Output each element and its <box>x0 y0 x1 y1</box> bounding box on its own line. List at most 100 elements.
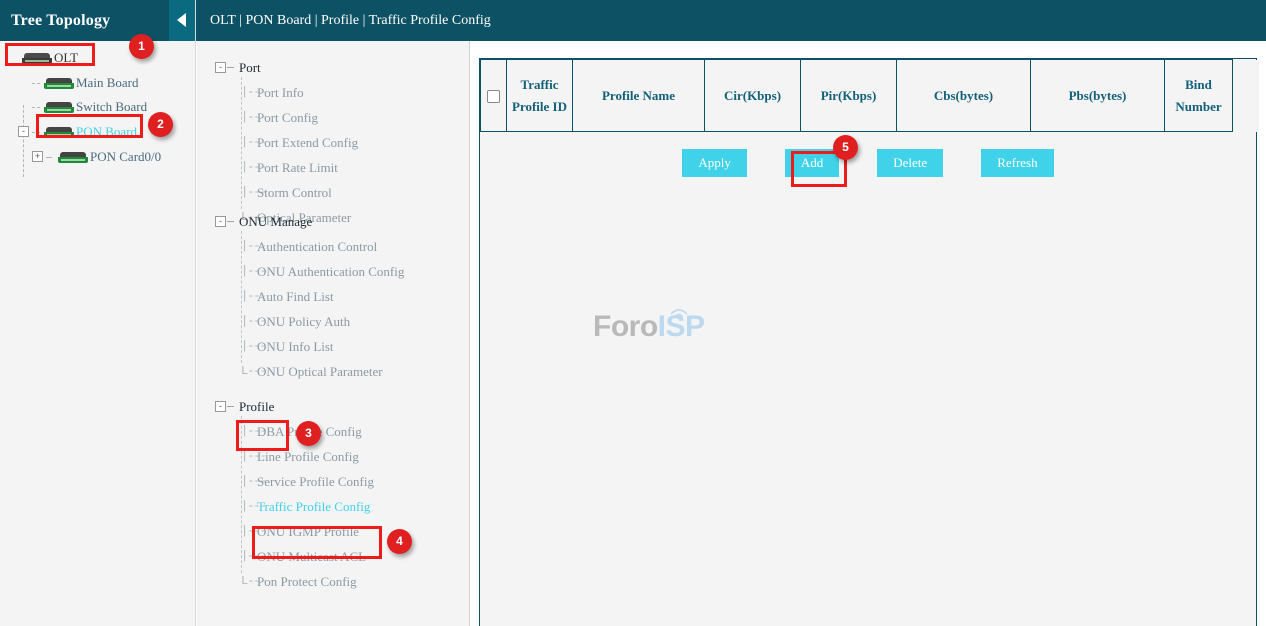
main-content: Traffic Profile ID Profile Name Cir(Kbps… <box>471 41 1266 626</box>
apply-button[interactable]: Apply <box>682 149 747 177</box>
device-green-icon <box>44 102 74 113</box>
menu-group-profile: - Profile |---DBA Profile Config |---Lin… <box>197 394 469 594</box>
tree-toggle-expand-icon[interactable]: + <box>32 151 43 162</box>
menu-item-onu-igmp-profile[interactable]: |---ONU IGMP Profile <box>197 519 469 544</box>
menu-item-label: DBA Profile Config <box>257 424 362 439</box>
traffic-profile-table: Traffic Profile ID Profile Name Cir(Kbps… <box>480 59 1259 132</box>
refresh-button[interactable]: Refresh <box>981 149 1053 177</box>
column-header-pir-kbps: Pir(Kbps) <box>801 60 897 132</box>
menu-item-label: ONU IGMP Profile <box>257 524 359 539</box>
signal-wave-icon <box>668 306 690 320</box>
menu-group-port: - Port |---Port Info |---Port Config |--… <box>197 55 469 230</box>
tree-node-main-board[interactable]: Main Board <box>0 71 195 95</box>
table-header-row: Traffic Profile ID Profile Name Cir(Kbps… <box>481 60 1259 132</box>
tree-node-olt[interactable]: OLT <box>0 45 195 71</box>
tree-node-label: OLT <box>54 50 78 65</box>
breadcrumb-bar: OLT | PON Board | Profile | Traffic Prof… <box>196 0 1266 41</box>
menu-item-label: ONU Info List <box>257 339 334 354</box>
menu-item-onu-authentication-config[interactable]: |---ONU Authentication Config <box>197 259 469 284</box>
navigation-menu-panel: - Port |---Port Info |---Port Config |--… <box>197 41 470 626</box>
menu-group-label: Profile <box>239 399 274 414</box>
menu-group-onu-manage: - ONU Manage |---Authentication Control … <box>197 209 469 384</box>
menu-item-label: Port Rate Limit <box>257 160 338 175</box>
column-header-cir-kbps: Cir(Kbps) <box>705 60 801 132</box>
menu-item-label: Authentication Control <box>257 239 377 254</box>
select-all-checkbox[interactable] <box>487 90 500 103</box>
menu-item-port-extend-config[interactable]: |---Port Extend Config <box>197 130 469 155</box>
menu-item-label: ONU Policy Auth <box>257 314 350 329</box>
menu-item-onu-multicast-acl[interactable]: |---ONU Multicast ACL <box>197 544 469 569</box>
menu-item-storm-control[interactable]: |---Storm Control <box>197 180 469 205</box>
watermark-text-part2: ISP <box>658 310 705 343</box>
select-all-cell[interactable] <box>481 60 507 132</box>
menu-group-header-profile[interactable]: - Profile <box>197 394 469 419</box>
menu-item-authentication-control[interactable]: |---Authentication Control <box>197 234 469 259</box>
tree-topology-title: Tree Topology <box>11 12 110 29</box>
tree-toggle-collapse-icon[interactable]: - <box>215 401 226 412</box>
add-button[interactable]: Add <box>785 149 839 177</box>
device-green-icon <box>58 152 88 163</box>
tree-toggle-collapse-icon[interactable]: - <box>18 126 29 137</box>
menu-item-traffic-profile-config[interactable]: |---Traffic Profile Config <box>197 494 469 519</box>
device-icon <box>22 53 52 64</box>
column-label-line2: Number <box>1169 99 1228 115</box>
menu-item-service-profile-config[interactable]: |---Service Profile Config <box>197 469 469 494</box>
column-header-bind-number: Bind Number <box>1165 60 1233 132</box>
tree-node-switch-board[interactable]: Switch Board <box>0 95 195 119</box>
foroisp-watermark: ForoISP <box>593 310 705 344</box>
menu-item-label: ONU Authentication Config <box>257 264 404 279</box>
menu-item-onu-info-list[interactable]: |---ONU Info List <box>197 334 469 359</box>
menu-item-onu-policy-auth[interactable]: |---ONU Policy Auth <box>197 309 469 334</box>
device-green-icon <box>44 78 74 89</box>
menu-item-line-profile-config[interactable]: |---Line Profile Config <box>197 444 469 469</box>
chevron-left-icon <box>177 13 186 27</box>
menu-item-label: ONU Multicast ACL <box>257 549 366 564</box>
tree-node-label: PON Card0/0 <box>90 149 161 164</box>
menu-item-port-config[interactable]: |---Port Config <box>197 105 469 130</box>
column-header-traffic-profile-id: Traffic Profile ID <box>507 60 573 132</box>
tree-topology-panel: Tree Topology OLT Main Board <box>0 0 196 626</box>
menu-item-auto-find-list[interactable]: |---Auto Find List <box>197 284 469 309</box>
tree-node-label: Switch Board <box>76 99 147 114</box>
tree-node-list: OLT Main Board Switch Board - <box>0 41 195 169</box>
menu-item-label: ONU Optical Parameter <box>257 364 383 379</box>
sidebar-collapse-button[interactable] <box>169 0 195 41</box>
menu-item-onu-optical-parameter[interactable]: L---ONU Optical Parameter <box>197 359 469 384</box>
column-header-pbs-bytes: Pbs(bytes) <box>1031 60 1165 132</box>
menu-group-header-onu-manage[interactable]: - ONU Manage <box>197 209 469 234</box>
tree-topology-header: Tree Topology <box>0 0 195 41</box>
action-button-bar: Apply Add Delete Refresh <box>480 149 1256 177</box>
menu-item-label: Pon Protect Config <box>257 574 357 589</box>
column-label-line1: Traffic <box>511 77 568 93</box>
column-header-spacer <box>1233 60 1259 132</box>
breadcrumb: OLT | PON Board | Profile | Traffic Prof… <box>196 0 491 41</box>
tree-node-label: PON Board <box>76 124 137 139</box>
column-label-line1: Bind <box>1169 77 1228 93</box>
menu-item-label: Service Profile Config <box>257 474 374 489</box>
menu-item-label: Port Extend Config <box>257 135 358 150</box>
column-header-profile-name: Profile Name <box>573 60 705 132</box>
menu-item-label: Port Config <box>257 110 318 125</box>
traffic-profile-panel: Traffic Profile ID Profile Name Cir(Kbps… <box>479 58 1257 626</box>
menu-group-label: ONU Manage <box>239 214 312 229</box>
column-label-line2: Profile ID <box>511 99 568 115</box>
menu-item-label: Line Profile Config <box>257 449 359 464</box>
menu-item-dba-profile-config[interactable]: |---DBA Profile Config <box>197 419 469 444</box>
app-root: Tree Topology OLT Main Board <box>0 0 1266 626</box>
menu-item-label: Storm Control <box>257 185 332 200</box>
tree-node-pon-card[interactable]: + PON Card0/0 <box>0 145 195 169</box>
tree-node-pon-board[interactable]: - PON Board <box>0 119 195 145</box>
menu-group-label: Port <box>239 60 261 75</box>
delete-button[interactable]: Delete <box>877 149 943 177</box>
tree-toggle-collapse-icon[interactable]: - <box>215 62 226 73</box>
tree-node-label: Main Board <box>76 75 138 90</box>
menu-item-pon-protect-config[interactable]: L---Pon Protect Config <box>197 569 469 594</box>
watermark-text-part1: Foro <box>593 310 658 343</box>
menu-item-label: Auto Find List <box>257 289 334 304</box>
menu-item-port-info[interactable]: |---Port Info <box>197 80 469 105</box>
column-header-cbs-bytes: Cbs(bytes) <box>897 60 1031 132</box>
menu-group-header-port[interactable]: - Port <box>197 55 469 80</box>
menu-item-port-rate-limit[interactable]: |---Port Rate Limit <box>197 155 469 180</box>
device-green-icon <box>44 127 74 138</box>
tree-toggle-collapse-icon[interactable]: - <box>215 216 226 227</box>
